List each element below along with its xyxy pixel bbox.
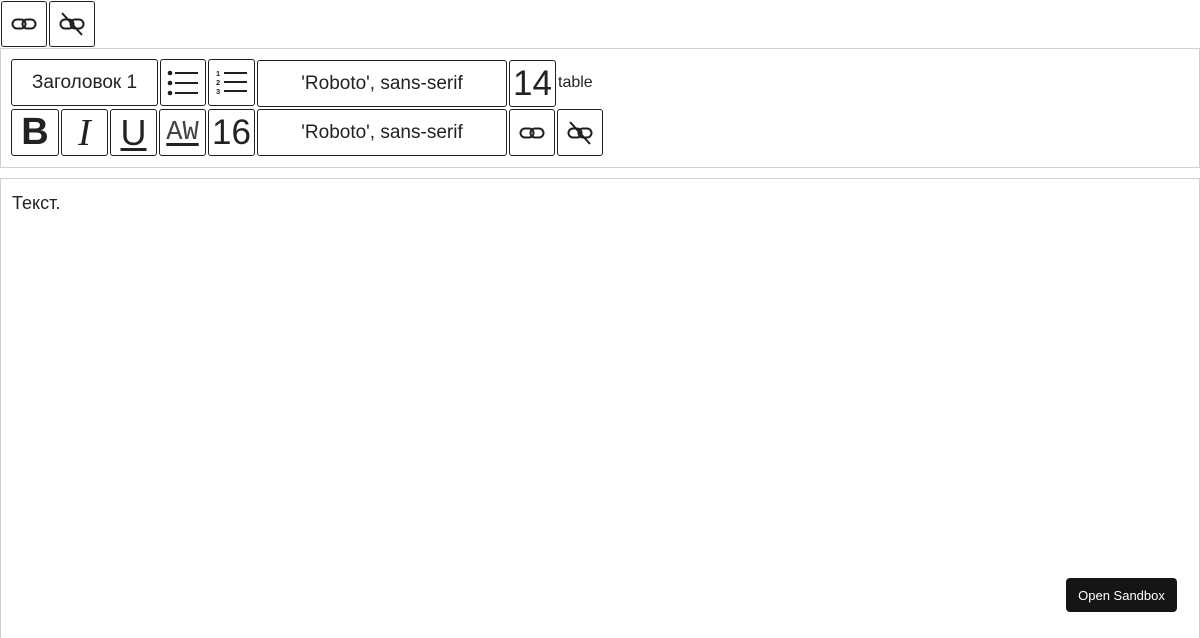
italic-button[interactable]: I <box>61 109 108 156</box>
bold-button[interactable]: B <box>11 109 59 156</box>
table-label[interactable]: table <box>558 74 593 92</box>
unlink-button-top[interactable] <box>49 1 95 47</box>
open-sandbox-button[interactable]: Open Sandbox <box>1066 578 1177 612</box>
numbered-list-button[interactable]: 1 2 3 <box>208 59 255 106</box>
numbered-list-digit-3: 3 <box>216 87 220 96</box>
bullet-list-button[interactable] <box>160 59 206 106</box>
unlink-button[interactable] <box>557 109 603 156</box>
numbered-list-digit-2: 2 <box>216 78 220 87</box>
bullet-list-icon <box>167 70 199 96</box>
font-family-select-1[interactable]: 'Roboto', sans-serif <box>257 60 507 107</box>
numbered-list-icon: 1 2 3 <box>216 69 248 97</box>
link-button-top[interactable] <box>1 1 47 47</box>
numbered-list-digit-1: 1 <box>216 69 220 78</box>
font-size-select-2[interactable]: 16 <box>208 109 255 156</box>
font-size-select-1[interactable]: 14 <box>509 60 556 107</box>
link-icon <box>519 126 545 140</box>
link-icon <box>11 17 37 31</box>
underline-button[interactable]: U <box>110 109 157 156</box>
editor-text: Текст. <box>12 193 61 213</box>
editor-area[interactable]: Текст. <box>0 178 1200 638</box>
text-color-button[interactable]: AW <box>159 109 206 156</box>
unlink-icon <box>566 120 594 146</box>
link-button[interactable] <box>509 109 555 156</box>
heading-select[interactable]: Заголовок 1 <box>11 59 158 106</box>
font-family-select-2[interactable]: 'Roboto', sans-serif <box>257 109 507 156</box>
unlink-icon <box>58 11 86 37</box>
